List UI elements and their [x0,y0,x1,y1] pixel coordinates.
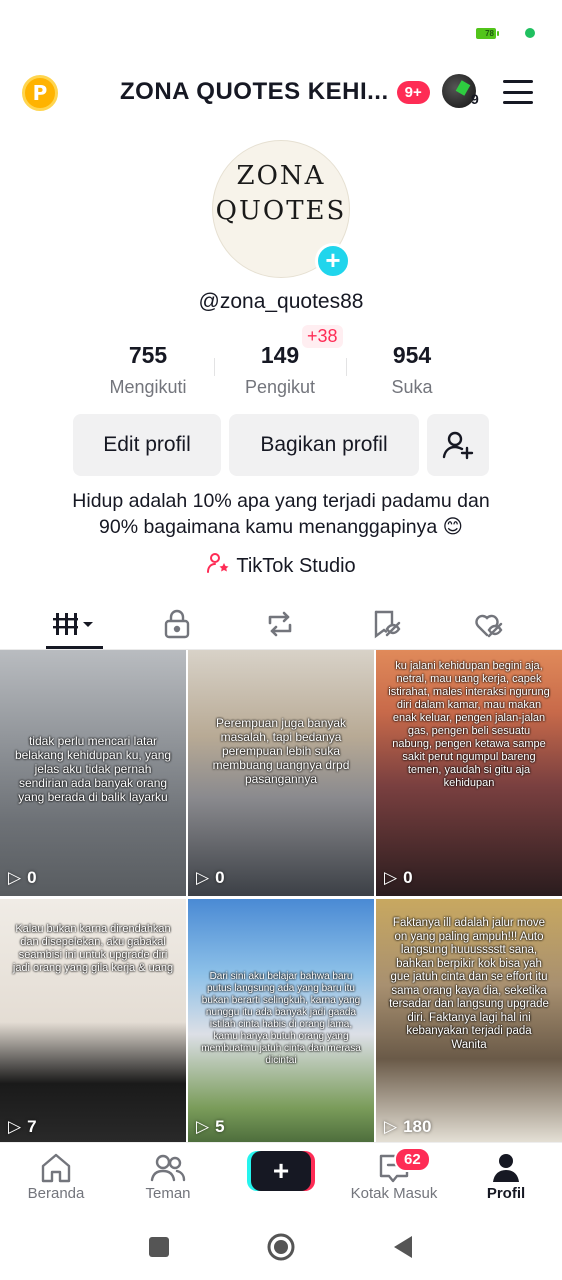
video-caption: Kalau bukan karna direndahkan dan disepe… [12,923,174,974]
home-icon [0,1151,112,1185]
top-bar: P ZONA QUOTES KEHI... 9+ 9 [0,66,562,118]
avatar-count: 9 [471,91,479,107]
video-thumbnail[interactable]: ku jalani kehidupan begini aja, netral, … [376,650,562,896]
new-followers-badge: +38 [302,325,343,348]
photo-logo-text: ZONA [236,161,326,191]
play-icon: ▷ [196,1117,210,1136]
stat-value: 954 [392,342,432,368]
bio-line: Hidup adalah 10% apa yang terjadi padamu… [72,490,490,512]
play-icon: ▷ [384,1117,398,1136]
username: @zona_quotes88 [198,290,364,313]
repost-icon [268,611,292,637]
stat-likes[interactable]: 954 Suka [347,330,477,398]
system-nav [0,1214,562,1280]
coin-icon[interactable]: P [22,75,58,111]
content-tabs [0,598,562,650]
video-caption: ku jalani kehidupan begini aja, netral, … [388,660,550,789]
tab-private[interactable] [137,598,217,650]
bottom-nav: Beranda Teman + Kotak Masuk 62 Profil [0,1142,562,1214]
video-caption: Faktanya ill adalah jalur move on yang p… [389,917,549,1051]
stat-value: 755 [128,342,168,368]
view-count: ▷ 0 [8,868,37,887]
video-caption: Dari sini aku belajar bahwa baru putus l… [201,971,361,1066]
video-thumbnail[interactable]: Kalau bukan karna direndahkan dan disepe… [0,899,186,1145]
tab-liked[interactable] [448,598,528,650]
view-count: ▷ 7 [8,1117,37,1136]
page-title[interactable]: ZONA QUOTES KEHI... [120,78,389,106]
studio-label: TikTok Studio [236,554,356,577]
battery-icon: 78 [476,28,499,39]
friends-icon [112,1151,224,1185]
menu-icon[interactable] [503,80,533,104]
bookmark-hidden-icon [374,610,401,639]
edit-profile-button[interactable]: Edit profil [73,414,221,476]
videos-grid-icon [53,613,93,635]
home-button-icon[interactable] [266,1232,296,1262]
add-user-icon [442,431,474,460]
stat-label: Mengikuti [109,377,187,397]
recent-apps-icon[interactable] [148,1236,170,1258]
profile-icon [450,1151,562,1185]
video-thumbnail[interactable]: Perempuan juga banyak masalah, tapi beda… [188,650,374,896]
status-bar: 78 [0,0,562,66]
video-thumbnail[interactable]: tidak perlu mencari latar belakang kehid… [0,650,186,896]
nav-friends[interactable]: Teman [112,1151,224,1202]
play-icon: ▷ [384,868,398,887]
video-caption: Perempuan juga banyak masalah, tapi beda… [212,716,350,786]
add-photo-button[interactable]: + [315,243,351,279]
nav-home[interactable]: Beranda [0,1151,112,1202]
share-profile-button[interactable]: Bagikan profil [229,414,419,476]
nav-label: Profil [486,1185,526,1202]
tiktok-studio-link[interactable]: TikTok Studio [0,552,562,580]
notification-badge: 9+ [396,80,430,104]
stat-following[interactable]: 755 Mengikuti [83,330,213,398]
active-tab-indicator [46,646,103,649]
nav-label: Kotak Masuk [350,1185,438,1202]
account-switcher[interactable]: ZONA QUOTES KEHI... 9+ [120,78,430,106]
heart-hidden-icon [475,614,503,638]
view-count: ▷ 0 [384,868,413,887]
profile-stats: 755 Mengikuti 149 Pengikut 954 Suka [0,330,562,400]
lock-icon [164,609,190,639]
photo-logo-text: QUOTES [215,196,347,226]
bio-line: 90% bagaimana kamu menanggapinya 😊 [99,516,463,538]
status-dot-icon [525,28,535,38]
video-caption: tidak perlu mencari latar belakang kehid… [14,734,172,804]
nav-profile[interactable]: Profil [450,1151,562,1202]
play-icon: ▷ [8,1117,22,1136]
view-count: ▷ 180 [384,1117,432,1136]
back-icon[interactable] [392,1234,414,1260]
view-count: ▷ 5 [196,1117,225,1136]
stat-label: Pengikut [244,377,316,397]
play-icon: ▷ [8,868,22,887]
tab-reposts[interactable] [240,598,320,650]
stat-label: Suka [391,377,433,397]
inbox-badge: 62 [394,1147,431,1172]
bio: Hidup adalah 10% apa yang terjadi padamu… [0,488,562,540]
video-thumbnail[interactable]: Dari sini aku belajar bahwa baru putus l… [188,899,374,1145]
nav-label: Teman [145,1185,191,1202]
view-count: ▷ 0 [196,868,225,887]
play-icon: ▷ [196,868,210,887]
tab-favorites[interactable] [346,598,426,650]
tab-videos[interactable] [35,598,115,650]
studio-icon [206,552,230,580]
create-button[interactable]: + [251,1151,311,1191]
add-friend-button[interactable] [427,414,489,476]
nav-label: Beranda [27,1185,85,1202]
video-thumbnail[interactable]: Faktanya ill adalah jalur move on yang p… [376,899,562,1145]
